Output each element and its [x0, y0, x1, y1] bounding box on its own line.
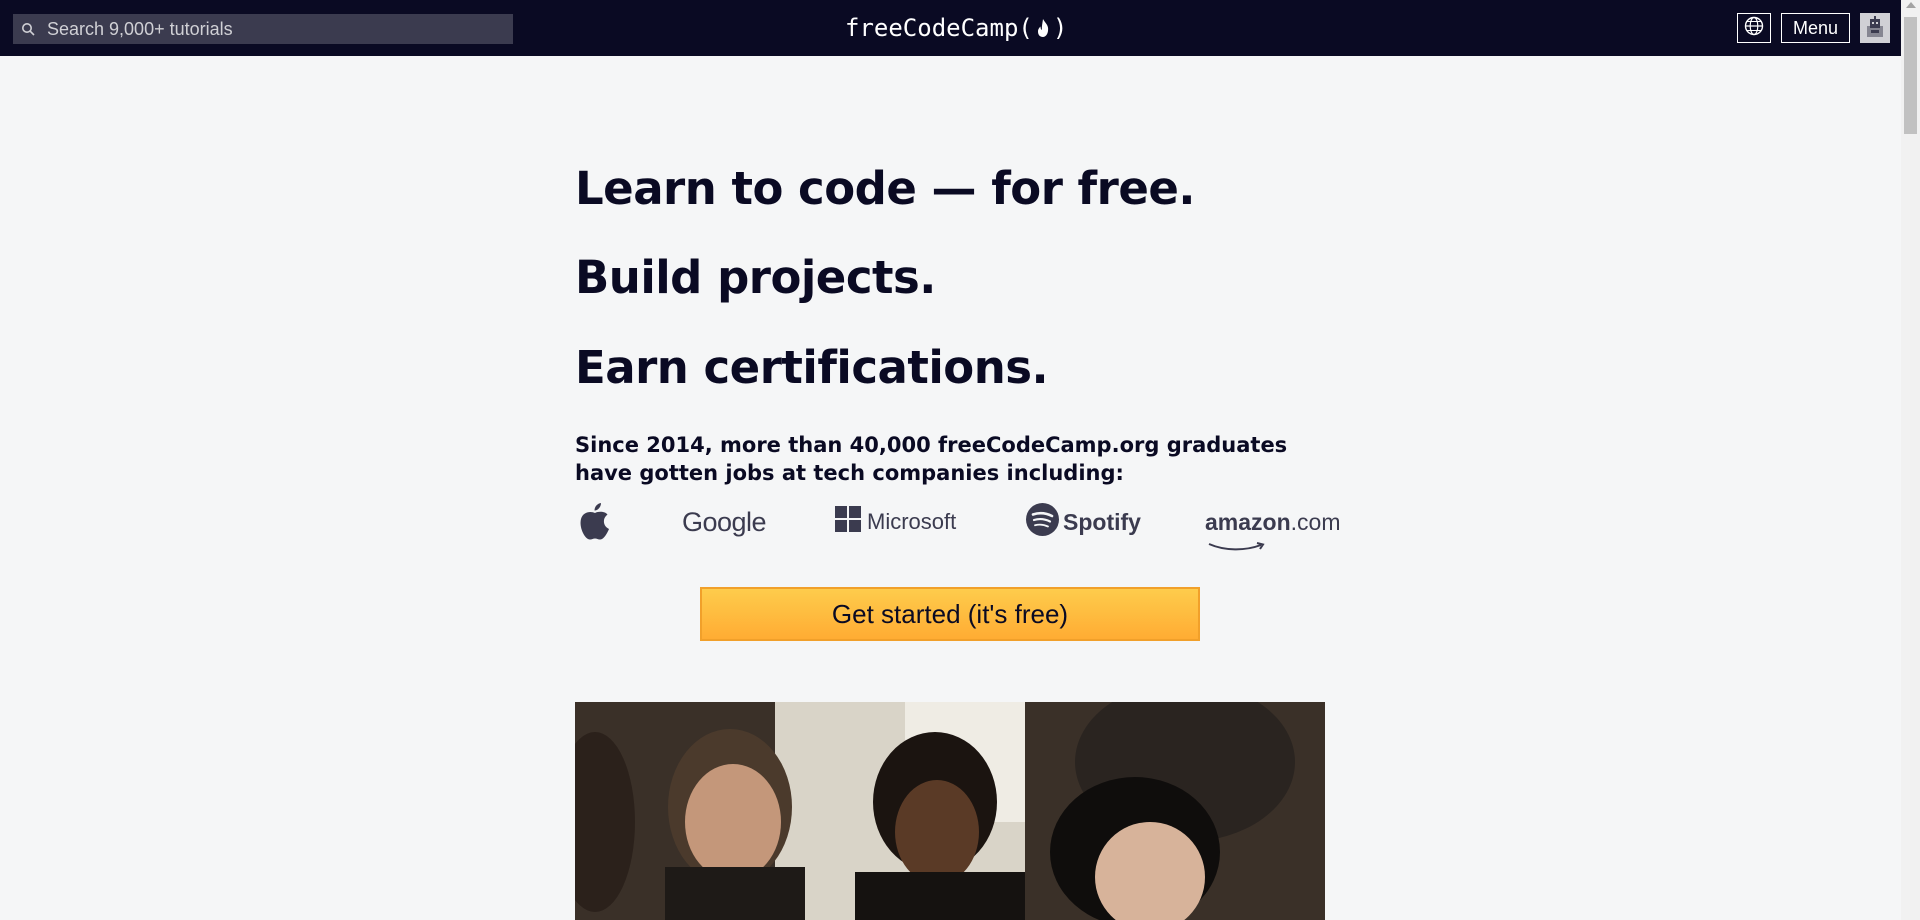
graduates-statement: Since 2014, more than 40,000 freeCodeCam… — [575, 433, 1288, 485]
google-logo-text: Google — [682, 506, 767, 537]
headline-learn: Learn to code — for free. — [575, 162, 1195, 215]
microsoft-logo-text: Microsoft — [867, 509, 957, 534]
headline-build: Build projects. — [575, 251, 936, 304]
search-icon — [13, 22, 43, 36]
scroll-up-arrow-icon[interactable] — [1906, 2, 1916, 8]
spotify-logo-text: Spotify — [1063, 508, 1141, 535]
flame-icon — [1034, 17, 1052, 39]
spotify-logo: Spotify — [1026, 500, 1141, 544]
get-started-label: Get started (it's free) — [831, 598, 1069, 629]
avatar-icon — [1862, 12, 1888, 44]
top-navbar: freeCodeCamp( ) Menu — [0, 0, 1901, 56]
nav-actions: Menu — [1736, 12, 1890, 44]
apple-logo-icon — [579, 500, 611, 544]
logo-text-right: ) — [1052, 14, 1068, 42]
company-logos: Google Microsoft Spotify amazon .com — [575, 500, 1340, 551]
avatar[interactable] — [1860, 12, 1890, 44]
microsoft-logo: Microsoft — [835, 500, 956, 544]
microsoft-windows-icon — [835, 506, 861, 538]
search-bar[interactable] — [13, 14, 513, 44]
globe-icon — [1744, 16, 1764, 41]
amazon-smile-icon — [1207, 531, 1267, 558]
language-button[interactable] — [1736, 13, 1771, 43]
get-started-button[interactable]: Get started (it's free) — [700, 587, 1200, 641]
amazon-logo-suffix: .com — [1290, 508, 1341, 535]
headline-earn: Earn certifications. — [575, 341, 1049, 394]
freecodecamp-logo[interactable]: freeCodeCamp( ) — [845, 12, 1067, 44]
amazon-logo: amazon .com — [1205, 500, 1341, 551]
menu-button[interactable]: Menu — [1780, 13, 1850, 43]
menu-button-label: Menu — [1792, 17, 1838, 38]
campers-group-photo — [575, 702, 1325, 920]
scrollbar-thumb[interactable] — [1904, 17, 1917, 134]
spotify-circle-icon — [1026, 502, 1059, 542]
logo-text-left: freeCodeCamp( — [845, 14, 1033, 42]
page-scrollbar[interactable] — [1901, 0, 1920, 920]
google-logo: Google — [682, 500, 767, 544]
search-input[interactable] — [43, 18, 497, 40]
